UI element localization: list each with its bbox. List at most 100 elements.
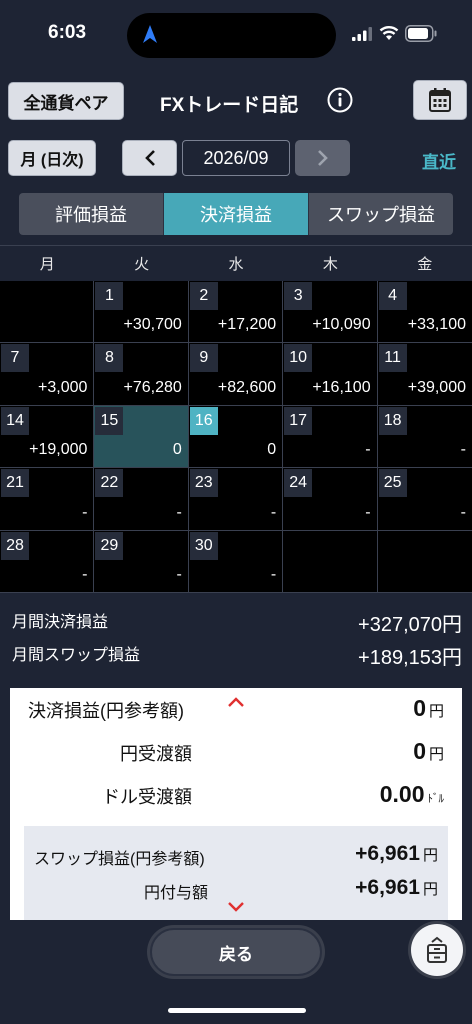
day-number: 21 (1, 469, 29, 498)
calendar-day-cell[interactable]: 8 +76,280 (94, 343, 189, 406)
calendar-day-cell[interactable]: 10 +16,100 (283, 343, 378, 406)
calendar-grid: 1 +30,700 2 +17,200 3 +10,090 4 +33,100 7 +3,000 8… (0, 281, 472, 593)
calendar-day-cell[interactable]: 16 0 (188, 405, 284, 469)
menu-toggle-button[interactable] (411, 924, 463, 976)
chevron-up-icon[interactable] (227, 696, 245, 708)
weekday-label: 木 (322, 256, 338, 273)
day-pl-value: +39,000 (407, 378, 466, 396)
info-icon[interactable] (327, 87, 353, 113)
period-button[interactable]: 月 (日次) (8, 140, 96, 176)
day-number: 18 (378, 406, 407, 435)
yen-grant-value-row: +6,961 円 (355, 876, 438, 900)
dollar-transfer-label-row: ドル受渡額 (102, 783, 192, 809)
calendar-icon (429, 88, 451, 112)
calendar-day-cell[interactable]: 28 - (0, 530, 95, 593)
tab-valuation-pl[interactable]: 評価損益 (19, 193, 164, 235)
day-pl-value: - (270, 566, 277, 583)
page-title: FXトレード日記 (160, 95, 299, 116)
calendar-day-cell[interactable]: 22 - (94, 468, 189, 531)
day-number: 29 (95, 531, 124, 560)
settlement-ref-value-row: 0 円 (413, 695, 444, 722)
settlement-ref-unit: 円 (428, 703, 444, 720)
dollar-transfer-label: ドル受渡額 (102, 787, 192, 807)
status-time: 6:03 (48, 22, 87, 43)
day-number: 17 (284, 406, 313, 435)
monthly-settlement-row: 月間決済損益 +327,070円 (12, 608, 462, 637)
chevron-down-icon[interactable] (227, 901, 245, 913)
previous-month-button[interactable] (122, 140, 177, 176)
tab-swap-pl[interactable]: スワップ損益 (309, 193, 453, 235)
day-number: 1 (95, 282, 124, 310)
app-header: 全通貨ペア FXトレード日記 (0, 78, 472, 124)
monthly-settlement-value: +327,070円 (358, 614, 462, 636)
day-pl-value: - (365, 441, 371, 459)
day-number: 4 (378, 282, 407, 310)
calendar-day-cell[interactable]: 17 - (283, 405, 378, 469)
day-pl-value: +19,000 (29, 441, 88, 459)
calendar-day-cell[interactable]: 23 - (188, 468, 284, 531)
day-number: 7 (1, 344, 29, 373)
day-number: 25 (378, 469, 407, 498)
calendar-day-cell[interactable]: 2 +17,200 (188, 281, 284, 344)
calendar-day-cell[interactable]: 24 - (283, 468, 378, 531)
swap-ref-value: +6,961 (355, 842, 420, 865)
day-pl-value: +33,100 (407, 316, 466, 334)
currency-pair-button[interactable]: 全通貨ペア (8, 82, 124, 120)
calendar-button[interactable] (413, 80, 467, 120)
home-indicator (168, 1008, 306, 1013)
back-button[interactable]: 戻る (150, 928, 322, 976)
day-number: 11 (378, 344, 407, 373)
monthly-swap-label: 月間スワップ損益 (12, 647, 141, 664)
calendar-day-cell[interactable]: 9 +82,600 (188, 343, 284, 406)
tab-settlement-pl[interactable]: 決済損益 (164, 193, 309, 235)
swap-ref-label: スワップ損益(円参考額) (34, 851, 205, 868)
calendar-day-cell[interactable]: 1 +30,700 (94, 281, 189, 344)
dollar-transfer-value-row: 0.00 ﾄﾞﾙ (380, 781, 444, 808)
calendar-day-cell[interactable]: 7 +3,000 (0, 343, 95, 406)
day-number: 10 (284, 344, 313, 373)
settlement-ref-label-row: 決済損益(円参考額) (28, 697, 184, 723)
day-number: 16 (189, 406, 218, 435)
calendar-day-cell[interactable]: 11 +39,000 (377, 343, 472, 406)
calendar-day-cell[interactable]: 18 - (377, 405, 472, 469)
calendar-day-cell[interactable]: 25 - (377, 468, 472, 531)
calendar-day-cell[interactable]: 3 +10,090 (283, 281, 378, 344)
calendar-day-cell[interactable]: 4 +33,100 (377, 281, 472, 344)
calendar-day-cell[interactable]: 30 - (188, 530, 284, 593)
yen-grant-value: +6,961 (355, 876, 420, 899)
calendar-day-cell[interactable]: 14 +19,000 (0, 405, 95, 469)
day-pl-value: - (176, 566, 182, 583)
yen-grant-label-row: 円付与額 (144, 879, 208, 903)
yen-grant-unit: 円 (422, 881, 438, 898)
battery-icon (405, 25, 437, 42)
next-month-button[interactable] (295, 140, 350, 176)
signal-icon (352, 27, 372, 41)
month-display[interactable]: 2026/09 (182, 140, 290, 176)
day-pl-value: +30,700 (123, 316, 182, 334)
calendar-weekday-header: 月 火 水 木 金 (0, 245, 472, 281)
calendar-day-cell[interactable]: 15 0 (94, 405, 189, 469)
day-number: 2 (189, 282, 218, 310)
day-number: 28 (1, 531, 29, 560)
status-bar: 6:03 (0, 0, 472, 70)
day-number: 8 (95, 344, 124, 373)
monthly-swap-value: +189,153円 (358, 647, 462, 669)
day-pl-value: - (82, 566, 88, 583)
calendar-day-cell[interactable]: 29 - (94, 530, 189, 593)
day-pl-value: - (270, 503, 277, 521)
menu-toggle-icon (427, 936, 447, 963)
day-pl-value: +10,090 (312, 316, 371, 334)
recent-link[interactable]: 直近 (422, 148, 456, 173)
day-pl-value: - (176, 503, 182, 521)
day-pl-value: 0 (172, 441, 182, 459)
calendar-empty-cell (0, 281, 95, 344)
dollar-transfer-unit: ﾄﾞﾙ (427, 793, 445, 805)
day-number: 15 (95, 406, 124, 435)
calendar-day-cell[interactable]: 21 - (0, 468, 95, 531)
daily-detail-panel[interactable]: 決済損益(円参考額) 0 円 円受渡額 0 円 ドル受渡額 0.00 ﾄﾞﾙ ス… (10, 688, 462, 920)
settlement-ref-label: 決済損益(円参考額) (28, 701, 184, 721)
settlement-ref-value: 0 (413, 695, 426, 721)
day-number: 24 (284, 469, 313, 498)
calendar-empty-cell (377, 530, 472, 593)
day-pl-value: +76,280 (123, 378, 182, 396)
